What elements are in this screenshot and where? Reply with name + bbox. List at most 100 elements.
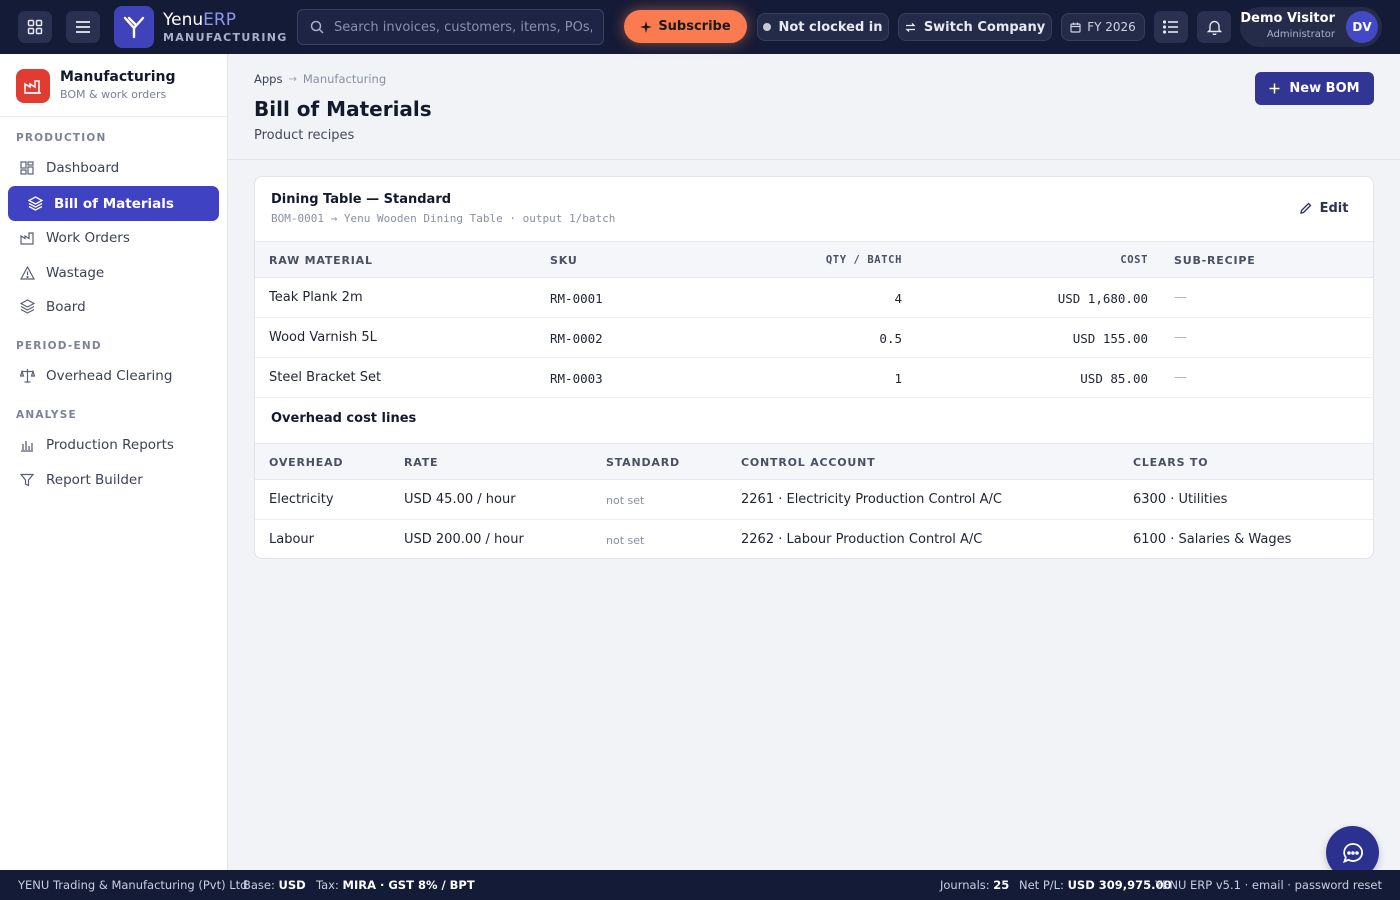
material-qty: 0.5 bbox=[879, 331, 902, 346]
material-name: Teak Plank 2m bbox=[269, 290, 363, 305]
breadcrumb-arrow-icon: → bbox=[288, 73, 297, 85]
column-header: QTY / BATCH bbox=[825, 254, 902, 266]
section-analyse: ANALYSE bbox=[16, 409, 77, 421]
section-period-end: PERIOD-END bbox=[16, 340, 102, 352]
material-cost: USD 1,680.00 bbox=[1057, 291, 1148, 306]
dashboard-icon bbox=[19, 160, 35, 176]
material-sub-recipe: — bbox=[1174, 370, 1187, 385]
breadcrumb-current: Manufacturing bbox=[302, 72, 387, 86]
column-header: CONTROL ACCOUNT bbox=[741, 456, 876, 469]
avatar: DV bbox=[1346, 11, 1378, 43]
overhead-clears-to: 6100 · Salaries & Wages bbox=[1133, 532, 1292, 547]
journal-count: Journals: 25 bbox=[940, 878, 1010, 892]
material-sku: RM-0003 bbox=[550, 371, 603, 386]
subscribe-button[interactable]: Subscribe bbox=[624, 10, 747, 43]
table-row[interactable]: Labour USD 200.00 / hour not set 2262 · … bbox=[255, 520, 1373, 558]
plus-icon bbox=[1269, 83, 1280, 94]
user-name: Demo Visitor bbox=[1240, 11, 1335, 26]
menu-toggle-button[interactable] bbox=[66, 11, 100, 43]
table-row[interactable]: Steel Bracket Set RM-0003 1 USD 85.00 — bbox=[255, 358, 1373, 398]
list-icon bbox=[1163, 20, 1178, 34]
column-header: CLEARS TO bbox=[1133, 456, 1209, 469]
clock-status-button[interactable]: Not clocked in bbox=[757, 13, 889, 41]
column-header: SKU bbox=[550, 254, 578, 267]
search-icon bbox=[310, 20, 324, 34]
sidebar-item-wastage[interactable]: Wastage bbox=[8, 255, 219, 290]
factory-small-icon bbox=[19, 230, 35, 246]
overhead-rate: USD 45.00 / hour bbox=[404, 492, 516, 507]
table-row[interactable]: Wood Varnish 5L RM-0002 0.5 USD 155.00 — bbox=[255, 318, 1373, 358]
overhead-control-account: 2261 · Electricity Production Control A/… bbox=[741, 492, 1002, 507]
column-header: OVERHEAD bbox=[269, 456, 344, 469]
materials-table-header: RAW MATERIAL SKU QTY / BATCH COST SUB-RE… bbox=[255, 241, 1373, 278]
sidebar-item-bill-of-materials[interactable]: Bill of Materials bbox=[8, 186, 219, 221]
swap-icon bbox=[905, 22, 916, 32]
brand[interactable]: YenuERP MANUFACTURING bbox=[114, 6, 288, 48]
module-subtitle: BOM & work orders bbox=[60, 88, 167, 101]
base-currency: Base: USD bbox=[243, 878, 306, 892]
sidebar-item-board[interactable]: Board bbox=[8, 289, 219, 324]
company-name: YENU Trading & Manufacturing (Pvt) Ltd bbox=[18, 878, 248, 892]
table-row[interactable]: Teak Plank 2m RM-0001 4 USD 1,680.00 — bbox=[255, 278, 1373, 318]
sidebar-item-production-reports[interactable]: Production Reports bbox=[8, 427, 219, 462]
module-title: Manufacturing bbox=[60, 69, 176, 85]
material-sku: RM-0002 bbox=[550, 331, 603, 346]
overhead-name: Electricity bbox=[269, 492, 334, 507]
bom-subtitle: BOM-0001 → Yenu Wooden Dining Table · ou… bbox=[271, 212, 616, 225]
table-row[interactable]: Electricity USD 45.00 / hour not set 226… bbox=[255, 480, 1373, 520]
material-sku: RM-0001 bbox=[550, 291, 603, 306]
overhead-control-account: 2262 · Labour Production Control A/C bbox=[741, 532, 983, 547]
page-title: Bill of Materials bbox=[254, 97, 432, 121]
bell-icon bbox=[1206, 20, 1222, 35]
page-header: Apps → Manufacturing Bill of Materials P… bbox=[228, 54, 1400, 160]
search-input[interactable] bbox=[334, 19, 592, 35]
apps-grid-button[interactable] bbox=[18, 11, 52, 43]
sidebar-item-dashboard[interactable]: Dashboard bbox=[8, 150, 219, 185]
fiscal-year-button[interactable]: FY 2026 bbox=[1061, 13, 1145, 41]
switch-company-button[interactable]: Switch Company bbox=[898, 13, 1052, 41]
scale-icon bbox=[19, 368, 35, 384]
breadcrumb-apps-link[interactable]: Apps bbox=[254, 72, 282, 86]
overhead-table-header: OVERHEAD RATE STANDARD CONTROL ACCOUNT C… bbox=[255, 443, 1373, 480]
material-name: Wood Varnish 5L bbox=[269, 330, 377, 345]
material-qty: 1 bbox=[894, 371, 902, 386]
task-list-button[interactable] bbox=[1154, 11, 1188, 43]
warning-icon bbox=[19, 265, 35, 281]
overhead-clears-to: 6300 · Utilities bbox=[1133, 492, 1228, 507]
top-bar: YenuERP MANUFACTURING Subscribe Not cloc… bbox=[0, 0, 1400, 54]
edit-bom-button[interactable]: Edit bbox=[1292, 196, 1356, 220]
sidebar-item-report-builder[interactable]: Report Builder bbox=[8, 462, 219, 497]
pencil-icon bbox=[1299, 202, 1311, 214]
chat-bubble-icon bbox=[1342, 842, 1363, 863]
sidebar: Manufacturing BOM & work orders PRODUCTI… bbox=[0, 54, 228, 870]
material-cost: USD 155.00 bbox=[1072, 331, 1148, 346]
material-sub-recipe: — bbox=[1174, 290, 1187, 305]
material-name: Steel Bracket Set bbox=[269, 370, 382, 385]
overhead-name: Labour bbox=[269, 532, 314, 547]
calendar-icon bbox=[1070, 22, 1081, 33]
material-sub-recipe: — bbox=[1174, 330, 1187, 345]
sidebar-item-work-orders[interactable]: Work Orders bbox=[8, 220, 219, 255]
brand-logo-icon bbox=[114, 6, 154, 48]
overhead-rate: USD 200.00 / hour bbox=[404, 532, 524, 547]
column-header: SUB-RECIPE bbox=[1174, 254, 1256, 267]
net-pnl: Net P/L: USD 309,975.00 bbox=[1019, 878, 1172, 892]
breadcrumb: Apps → Manufacturing bbox=[254, 72, 386, 86]
column-header: COST bbox=[1120, 254, 1148, 266]
sidebar-item-overhead-clearing[interactable]: Overhead Clearing bbox=[8, 358, 219, 393]
global-search[interactable] bbox=[297, 9, 604, 45]
material-qty: 4 bbox=[894, 291, 902, 306]
overhead-standard: not set bbox=[606, 494, 645, 507]
section-production: PRODUCTION bbox=[16, 132, 107, 144]
column-header: RAW MATERIAL bbox=[269, 254, 373, 267]
bom-card: Dining Table — Standard BOM-0001 → Yenu … bbox=[254, 176, 1374, 559]
brand-name: YenuERP bbox=[163, 9, 236, 30]
overhead-section-title: Overhead cost lines bbox=[271, 411, 417, 426]
notifications-button[interactable] bbox=[1197, 11, 1231, 43]
sparkle-icon bbox=[640, 20, 653, 33]
version-info: YENU ERP v5.1 · email · password reset bbox=[1155, 878, 1382, 892]
user-menu[interactable]: Demo Visitor Administrator DV bbox=[1240, 7, 1382, 47]
factory-icon bbox=[16, 69, 50, 103]
brand-subtitle: MANUFACTURING bbox=[163, 30, 288, 44]
new-bom-button[interactable]: New BOM bbox=[1255, 72, 1374, 105]
